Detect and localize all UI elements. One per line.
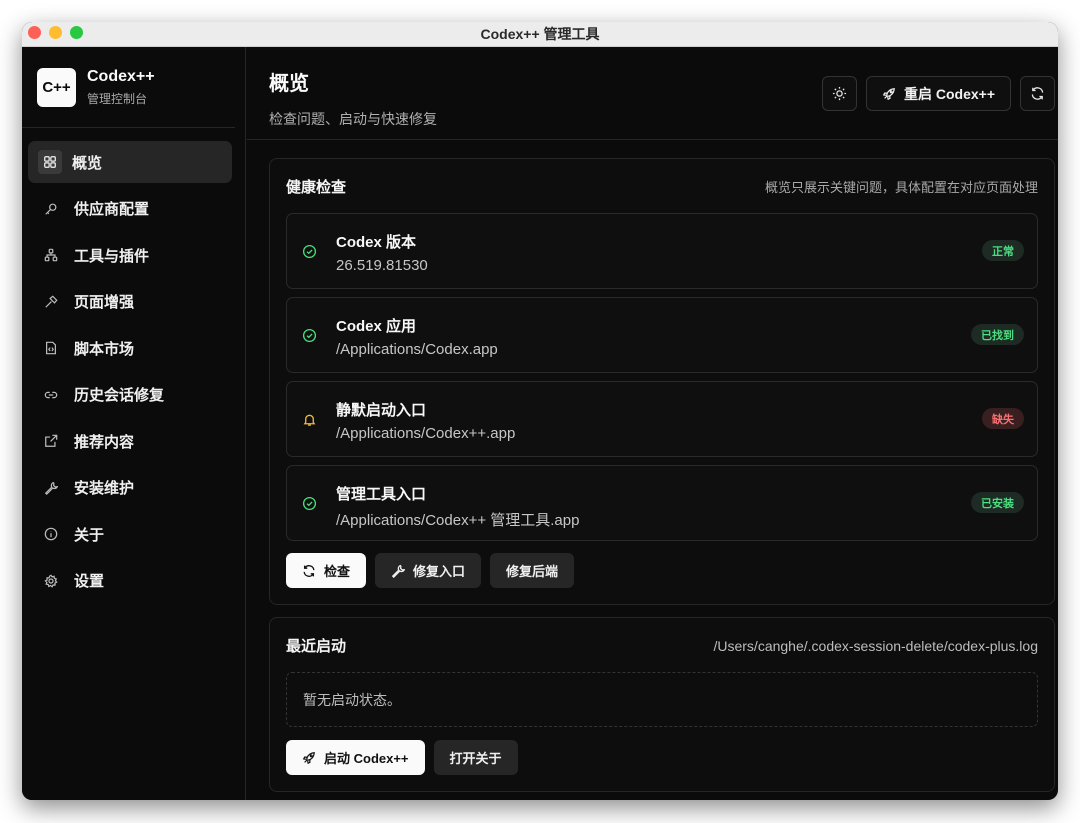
sidebar-item-script-market[interactable]: 脚本市场 bbox=[28, 327, 232, 369]
header-actions: 重启 Codex++ bbox=[821, 76, 1055, 111]
health-actions: 检查 修复入口 修复后端 bbox=[286, 553, 575, 588]
sidebar-item-label: 概览 bbox=[72, 154, 103, 172]
window-title: Codex++ 管理工具 bbox=[480, 26, 600, 42]
check-value: /Applications/Codex++.app bbox=[336, 425, 516, 442]
brand-subtitle: 管理控制台 bbox=[87, 91, 148, 106]
status-badge: 正常 bbox=[982, 240, 1024, 261]
sidebar-item-overview[interactable]: 概览 bbox=[28, 141, 232, 183]
page-header: 概览 检查问题、启动与快速修复 重启 Codex++ bbox=[247, 47, 1058, 140]
repair-entry-label: 修复入口 bbox=[413, 564, 466, 579]
external-link-icon bbox=[43, 433, 59, 449]
sidebar-item-label: 页面增强 bbox=[74, 294, 135, 311]
refresh-button[interactable] bbox=[1020, 76, 1055, 111]
status-badge: 已安装 bbox=[971, 492, 1024, 513]
empty-state: 暂无启动状态。 bbox=[286, 672, 1038, 727]
repair-entry-button[interactable]: 修复入口 bbox=[375, 553, 482, 588]
wrench-icon bbox=[43, 480, 59, 496]
check-button[interactable]: 检查 bbox=[286, 553, 367, 588]
brand-name: Codex++ bbox=[87, 67, 155, 85]
sidebar-item-label: 脚本市场 bbox=[74, 340, 135, 358]
info-icon bbox=[43, 526, 59, 542]
launch-label: 启动 Codex++ bbox=[324, 751, 409, 766]
key-icon bbox=[43, 201, 59, 217]
health-note: 概览只展示关键问题，具体配置在对应页面处理 bbox=[764, 180, 1038, 195]
sidebar-nav: 概览 供应商配置 工具与插件 页面增强 脚本市场 历史会话修复 推荐内容 安装维… bbox=[22, 128, 245, 602]
recent-actions: 启动 Codex++ 打开关于 bbox=[286, 740, 518, 775]
check-circle-icon bbox=[302, 496, 317, 511]
sidebar-item-label: 推荐内容 bbox=[74, 433, 135, 451]
check-value: /Applications/Codex.app bbox=[336, 341, 498, 358]
open-about-button[interactable]: 打开关于 bbox=[433, 740, 518, 775]
log-path: /Users/canghe/.codex-session-delete/code… bbox=[713, 637, 1038, 654]
link-icon bbox=[43, 387, 59, 403]
app-window: Codex++ 管理工具 C++ Codex++ 管理控制台 概览 供应商配置 … bbox=[22, 22, 1058, 800]
close-window-button[interactable] bbox=[28, 26, 41, 39]
sidebar-item-about[interactable]: 关于 bbox=[28, 513, 232, 555]
bell-icon bbox=[302, 412, 317, 427]
launch-codex-button[interactable]: 启动 Codex++ bbox=[286, 740, 425, 775]
sidebar-item-label: 历史会话修复 bbox=[74, 387, 165, 404]
sidebar-item-session-repair[interactable]: 历史会话修复 bbox=[28, 374, 232, 416]
sidebar-item-recommended[interactable]: 推荐内容 bbox=[28, 420, 232, 462]
sidebar-item-tools-plugins[interactable]: 工具与插件 bbox=[28, 234, 232, 276]
grid-icon bbox=[38, 150, 62, 174]
theme-toggle-button[interactable] bbox=[821, 76, 857, 111]
status-badge: 缺失 bbox=[982, 408, 1024, 429]
health-check-card: 健康检查 概览只展示关键问题，具体配置在对应页面处理 Codex 版本 26.5… bbox=[269, 158, 1055, 605]
check-name: Codex 版本 bbox=[336, 234, 417, 251]
sidebar-item-install-maintenance[interactable]: 安装维护 bbox=[28, 467, 232, 509]
check-value: /Applications/Codex++ 管理工具.app bbox=[336, 512, 580, 529]
check-name: 静默启动入口 bbox=[336, 402, 427, 419]
gear-icon bbox=[43, 573, 59, 589]
check-row-codex-app: Codex 应用 /Applications/Codex.app 已找到 bbox=[286, 297, 1038, 373]
minimize-window-button[interactable] bbox=[49, 26, 62, 39]
zoom-window-button[interactable] bbox=[70, 26, 83, 39]
main-content: 概览 检查问题、启动与快速修复 重启 Codex++ 健康检查 概览只展示关键问… bbox=[247, 47, 1058, 800]
sidebar-item-label: 关于 bbox=[74, 526, 105, 544]
check-name: 管理工具入口 bbox=[336, 486, 427, 503]
recent-title: 最近启动 bbox=[286, 638, 347, 655]
sidebar-item-providers[interactable]: 供应商配置 bbox=[28, 188, 232, 230]
sidebar-item-settings[interactable]: 设置 bbox=[28, 560, 232, 602]
open-about-label: 打开关于 bbox=[449, 751, 502, 766]
network-icon bbox=[43, 247, 59, 263]
rocket-icon bbox=[302, 751, 316, 765]
check-button-label: 检查 bbox=[324, 564, 351, 579]
status-badge: 已找到 bbox=[971, 324, 1024, 345]
repair-backend-button[interactable]: 修复后端 bbox=[490, 553, 575, 588]
sidebar: C++ Codex++ 管理控制台 概览 供应商配置 工具与插件 页面增强 脚本… bbox=[22, 47, 246, 800]
check-circle-icon bbox=[302, 244, 317, 259]
check-name: Codex 应用 bbox=[336, 318, 417, 335]
sidebar-item-label: 供应商配置 bbox=[74, 201, 150, 218]
sidebar-item-label: 安装维护 bbox=[74, 480, 135, 497]
sun-icon bbox=[832, 86, 847, 101]
app-logo: C++ bbox=[37, 67, 76, 107]
refresh-icon bbox=[1030, 86, 1045, 101]
check-value: 26.519.81530 bbox=[336, 257, 428, 274]
restart-codex-button[interactable]: 重启 Codex++ bbox=[865, 76, 1011, 111]
brand: C++ Codex++ 管理控制台 bbox=[22, 47, 235, 128]
refresh-icon bbox=[302, 564, 316, 578]
wrench-icon bbox=[391, 564, 406, 578]
health-title: 健康检查 bbox=[286, 179, 347, 196]
page-subtitle: 检查问题、启动与快速修复 bbox=[269, 111, 437, 127]
sidebar-item-label: 设置 bbox=[74, 573, 105, 590]
repair-backend-label: 修复后端 bbox=[506, 564, 559, 579]
sidebar-item-label: 工具与插件 bbox=[74, 247, 150, 265]
title-bar: Codex++ 管理工具 bbox=[22, 22, 1058, 47]
hammer-icon bbox=[43, 294, 59, 310]
check-circle-icon bbox=[302, 328, 317, 343]
check-row-codex-version: Codex 版本 26.519.81530 正常 bbox=[286, 213, 1038, 289]
restart-label: 重启 Codex++ bbox=[903, 85, 995, 102]
file-code-icon bbox=[43, 340, 59, 356]
recent-launch-card: 最近启动 /Users/canghe/.codex-session-delete… bbox=[269, 617, 1055, 792]
rocket-icon bbox=[882, 87, 896, 101]
sidebar-item-page-enhance[interactable]: 页面增强 bbox=[28, 281, 232, 323]
check-row-silent-launcher: 静默启动入口 /Applications/Codex++.app 缺失 bbox=[286, 381, 1038, 457]
window-controls bbox=[28, 26, 83, 39]
check-row-manager-entry: 管理工具入口 /Applications/Codex++ 管理工具.app 已安… bbox=[286, 465, 1038, 541]
